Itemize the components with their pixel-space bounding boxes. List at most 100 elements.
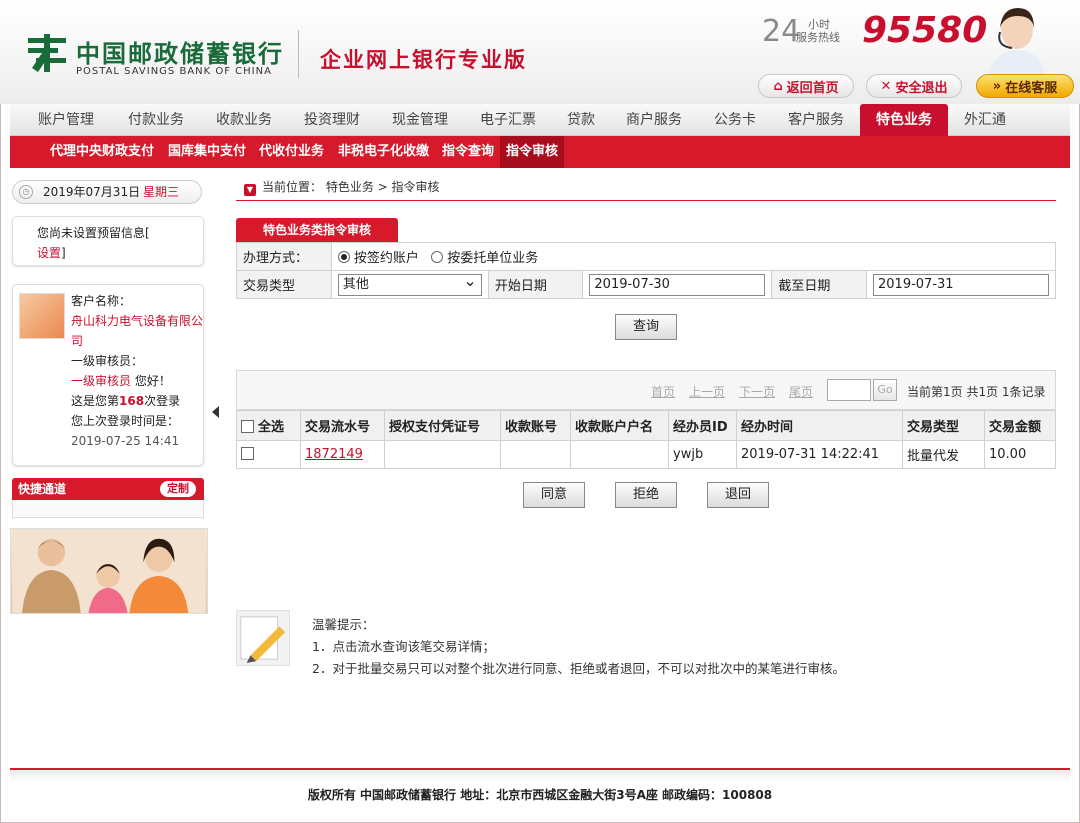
reserved-info-notice: 您尚未设置预留信息[ 设置] (12, 216, 204, 266)
auditor-label: 一级审核员： (71, 354, 144, 368)
start-date-label: 开始日期 (487, 270, 584, 299)
query-form: 办理方式： 按签约账户 按委托单位业务 交易类型 其他 开始日期 2019-07… (236, 242, 1057, 299)
notice-setup-link[interactable]: 设置 (37, 246, 61, 260)
subnav-non-tax[interactable]: 非税电子化收缴 (338, 136, 429, 168)
quick-channel-header: 快捷通道 定制 (12, 478, 204, 500)
tips-title: 温馨提示： (312, 617, 375, 632)
page-info: 当前第1页 共1页 1条记录 (907, 385, 1046, 399)
notice-end: ] (61, 246, 66, 260)
pagination: 首页 上一页 下一页 尾页 Go 当前第1页 共1页 1条记录 (236, 370, 1056, 410)
login-suffix: 次登录 (144, 394, 181, 408)
nav-item-cash[interactable]: 现金管理 (376, 104, 464, 136)
greeting: 您好！ (134, 374, 171, 388)
reject-button[interactable]: 拒绝 (615, 482, 677, 508)
online-service-label: 在线客服 (1005, 80, 1058, 96)
end-date-cell: 2019-07-31 (866, 270, 1056, 299)
nav-item-merchant[interactable]: 商户服务 (610, 104, 698, 136)
row-account-name (570, 440, 669, 469)
select-all-header[interactable]: 全选 (236, 410, 301, 441)
breadcrumb-label: 当前位置： (262, 180, 323, 194)
sub-nav: 代理中央财政支付 国库集中支付 代收付业务 非税电子化收缴 指令查询 指令审核 (10, 136, 1070, 168)
nav-item-e-bill[interactable]: 电子汇票 (464, 104, 552, 136)
nav-item-loan[interactable]: 贷款 (552, 104, 610, 136)
quick-channel-title: 快捷通道 (18, 482, 67, 496)
breadcrumb-path: 特色业务 > 指令审核 (325, 180, 440, 194)
table-header-row: 全选 交易流水号 授权支付凭证号 收款账号 收款账户户名 经办员ID 经办时间 … (236, 410, 1056, 441)
login-prefix: 这是您第 (71, 394, 120, 408)
nav-item-special[interactable]: 特色业务 (860, 104, 948, 136)
logo-divider (298, 30, 299, 78)
last-login-time: 2019-07-25 14:41 (71, 434, 180, 448)
nav-item-collection[interactable]: 收款业务 (200, 104, 288, 136)
first-page-link[interactable]: 首页 (651, 383, 675, 400)
header: 中国邮政储蓄银行 POSTAL SAVINGS BANK OF CHINA 企业… (0, 0, 1080, 104)
user-profile: 客户名称： 舟山科力电气设备有限公司 一级审核员： 一级审核员 您好！ 这是您第… (12, 284, 204, 466)
collapse-sidebar-icon[interactable] (212, 406, 219, 418)
agree-button[interactable]: 同意 (523, 482, 585, 508)
row-amount: 10.00 (984, 440, 1056, 469)
serial-link[interactable]: 1872149 (305, 447, 363, 462)
location-icon: ▼ (244, 184, 256, 196)
col-account-name: 收款账户户名 (570, 410, 669, 441)
col-serial: 交易流水号 (300, 410, 385, 441)
last-page-link[interactable]: 尾页 (789, 383, 813, 400)
subnav-audit[interactable]: 指令审核 (500, 136, 565, 168)
transaction-type-select[interactable]: 其他 (337, 271, 482, 296)
close-icon: ✕ (880, 78, 892, 94)
hotline-number: 95580 (862, 10, 988, 51)
col-amount: 交易金额 (984, 410, 1056, 441)
last-login-label: 您上次登录时间是： (71, 414, 180, 428)
radio-unselected-icon (431, 251, 444, 263)
end-date-input[interactable]: 2019-07-31 (873, 273, 1049, 296)
query-button[interactable]: 查询 (615, 314, 677, 340)
next-page-link[interactable]: 下一页 (739, 383, 775, 400)
start-date-input[interactable]: 2019-07-30 (589, 273, 766, 296)
method-option-account-label: 按签约账户 (353, 251, 419, 266)
prev-page-link[interactable]: 上一页 (689, 383, 725, 400)
page-number-input[interactable] (827, 379, 871, 401)
footer: 版权所有 中国邮政储蓄银行 地址：北京市西城区金融大街3号A座 邮政编码：100… (307, 788, 773, 802)
home-button[interactable]: ⌂ 返回首页 (758, 74, 854, 98)
select-all-label: 全选 (258, 420, 285, 435)
home-button-label: 返回首页 (786, 80, 839, 96)
nav-item-forex[interactable]: 外汇通 (948, 104, 1022, 136)
type-label: 交易类型 (236, 270, 332, 299)
radio-selected-icon (337, 251, 350, 263)
nav-item-card[interactable]: 公务卡 (698, 104, 772, 136)
method-option-entrust[interactable]: 按委托单位业务 (431, 251, 538, 266)
notice-text: 您尚未设置预留信息[ (37, 226, 150, 240)
subnav-central-finance[interactable]: 代理中央财政支付 (50, 136, 154, 168)
home-icon: ⌂ (773, 78, 783, 94)
method-option-account[interactable]: 按签约账户 (337, 251, 419, 266)
logout-button[interactable]: ✕ 安全退出 (866, 74, 962, 98)
tips: 温馨提示： 1．点击流水查询该笔交易详情； 2．对于批量交易只可以对整个批次进行… (312, 614, 845, 680)
method-options: 按签约账户 按委托单位业务 (330, 242, 1057, 271)
nav-item-account[interactable]: 账户管理 (20, 104, 112, 136)
clock-icon: ◷ (19, 185, 33, 199)
checkbox-icon (241, 420, 254, 433)
row-checkbox[interactable] (241, 447, 254, 460)
online-service-button[interactable]: » 在线客服 (976, 74, 1074, 98)
login-count: 168 (119, 394, 145, 408)
subnav-query[interactable]: 指令查询 (442, 136, 494, 168)
profile-lines: 客户名称： 舟山科力电气设备有限公司 一级审核员： 一级审核员 您好！ 这是您第… (71, 291, 203, 451)
nav-item-investment[interactable]: 投资理财 (288, 104, 376, 136)
row-serial-cell: 1872149 (300, 440, 385, 469)
section-title: 特色业务类指令审核 (236, 218, 398, 242)
nav-item-customer[interactable]: 客户服务 (772, 104, 860, 136)
nav-item-payment[interactable]: 付款业务 (112, 104, 200, 136)
customize-button[interactable]: 定制 (160, 481, 196, 497)
col-account: 收款账号 (500, 410, 571, 441)
subnav-agency[interactable]: 代收付业务 (259, 136, 324, 168)
go-button[interactable]: Go (873, 379, 897, 401)
return-button[interactable]: 退回 (707, 482, 769, 508)
bank-logo-icon (28, 34, 66, 72)
bank-name-cn: 中国邮政储蓄银行 (76, 39, 284, 68)
end-date-label: 截至日期 (771, 270, 867, 299)
table-row: 1872149 ywjb 2019-07-31 14:22:41 批量代发 10… (236, 440, 1056, 469)
family-banner-image (10, 528, 208, 614)
hotline-label: 小时 服务热线 (796, 18, 856, 44)
customer-label: 客户名称： (71, 294, 132, 308)
tip-item: 2．对于批量交易只可以对整个批次进行同意、拒绝或者退回，不可以对批次中的某笔进行… (312, 661, 845, 676)
subnav-treasury[interactable]: 国库集中支付 (168, 136, 246, 168)
